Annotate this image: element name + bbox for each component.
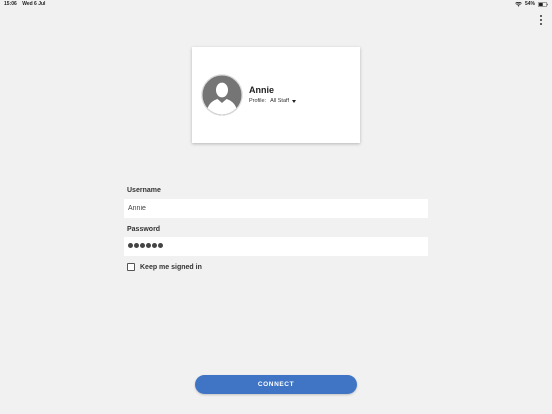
more-vertical-icon[interactable] <box>538 15 544 25</box>
password-dot <box>146 243 151 248</box>
battery-icon <box>538 1 548 7</box>
password-dots <box>128 243 163 248</box>
profile-dropdown[interactable]: All Staff <box>270 98 296 104</box>
password-dot <box>140 243 145 248</box>
password-label: Password <box>127 226 161 233</box>
password-dot <box>128 243 133 248</box>
keep-signed-in-label: Keep me signed in <box>140 263 202 271</box>
password-input[interactable] <box>124 237 428 256</box>
status-date: Wed 6 Jul <box>22 1 46 7</box>
profile-card: Annie Profile: All Staff <box>192 47 360 143</box>
wifi-icon <box>515 1 522 7</box>
password-dot <box>152 243 157 248</box>
status-bar: 15:06 Wed 6 Jul 54% <box>0 0 552 9</box>
keep-signed-in-row[interactable]: Keep me signed in <box>127 263 202 271</box>
profile-value: All Staff <box>270 98 289 104</box>
battery-percent: 54% <box>524 1 535 7</box>
keep-signed-in-checkbox[interactable] <box>127 263 135 271</box>
connect-button[interactable]: CONNECT <box>195 375 357 394</box>
user-silhouette-icon <box>201 74 243 116</box>
status-left: 15:06 Wed 6 Jul <box>4 1 45 7</box>
username-input[interactable] <box>124 199 428 218</box>
status-time: 15:06 <box>4 1 17 7</box>
password-dot <box>134 243 139 248</box>
caret-down-icon <box>291 99 296 103</box>
password-dot <box>158 243 163 248</box>
status-right: 54% <box>515 1 548 7</box>
profile-name: Annie <box>249 85 275 95</box>
username-label: Username <box>127 187 161 194</box>
profile-label: Profile: <box>249 98 267 104</box>
profile-line: Profile: All Staff <box>249 98 296 104</box>
